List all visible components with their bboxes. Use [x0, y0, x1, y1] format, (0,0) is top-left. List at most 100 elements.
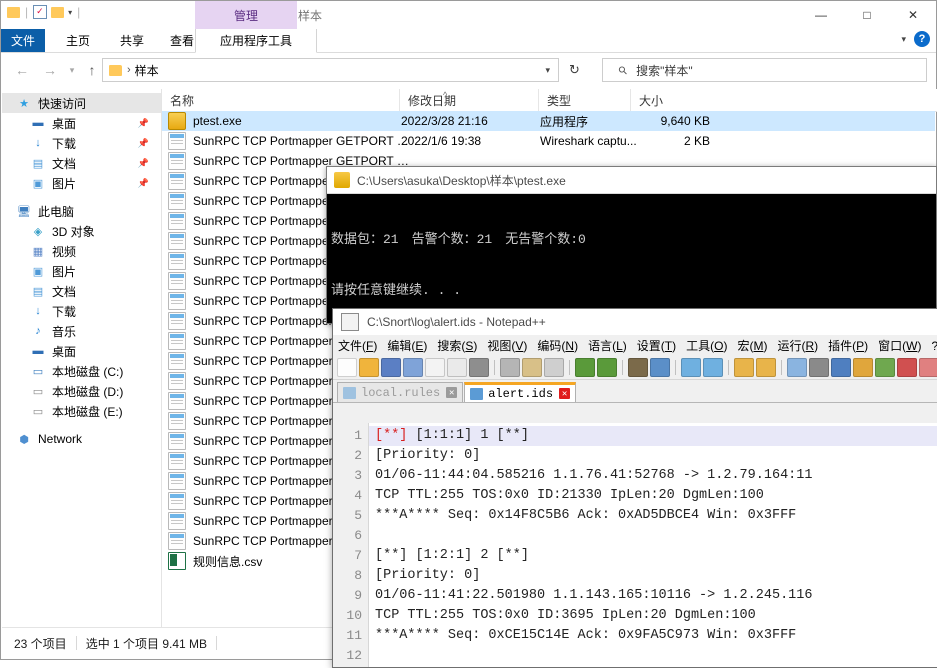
close-icon[interactable]: ✕: [446, 387, 458, 398]
menu-item-f[interactable]: 文件(F): [333, 337, 382, 354]
open-file-icon[interactable]: [359, 358, 379, 377]
undo-icon[interactable]: [575, 358, 595, 377]
word-wrap-icon[interactable]: [787, 358, 807, 377]
help-icon[interactable]: ?: [914, 31, 930, 47]
sidebar-item-3D-对象[interactable]: ◈ 3D 对象: [2, 221, 161, 241]
sidebar-item-本地磁盘-D-[interactable]: ▭ 本地磁盘 (D:): [2, 381, 161, 401]
pin-icon[interactable]: 📌: [138, 178, 149, 189]
menu-item-help[interactable]: ?: [926, 339, 937, 353]
new-file-icon[interactable]: [337, 358, 357, 377]
redo-icon[interactable]: [597, 358, 617, 377]
menu-item-o[interactable]: 工具(O): [681, 337, 732, 354]
menu-item-e[interactable]: 编辑(E): [382, 337, 432, 354]
sidebar-item-快速访问[interactable]: ★ 快速访问: [2, 93, 161, 113]
column-header-name[interactable]: 名称: [162, 89, 399, 111]
ribbon-tab-home[interactable]: 主页: [57, 29, 99, 52]
notepadpp-editor[interactable]: 12345678910111213 [**] [1:1:1] 1 [**][Pr…: [333, 423, 937, 667]
qat-customize-chevron-icon[interactable]: ▾: [68, 8, 72, 17]
sidebar-item-本地磁盘-C-[interactable]: ▭ 本地磁盘 (C:): [2, 361, 161, 381]
sidebar-item-Network[interactable]: ⬢ Network: [2, 429, 161, 449]
back-button[interactable]: ←: [13, 61, 31, 79]
sidebar-item-下载[interactable]: ↓ 下载: [2, 301, 161, 321]
pin-icon[interactable]: 📌: [138, 118, 149, 129]
sidebar-item-图片[interactable]: ▣ 图片: [2, 261, 161, 281]
sync-scroll-h-icon[interactable]: [756, 358, 776, 377]
editor-tab-alert-ids[interactable]: alert.ids ✕: [464, 382, 577, 402]
navigation-pane[interactable]: ★ 快速访问 ▬ 桌面 📌 ↓ 下载 📌 ▤ 文档 📌 ▣ 图片 📌 🖥 此电脑 ◈ 3D 对象 ▦ 视频 ▣ 图片 ▤ 文档…: [2, 89, 162, 628]
sidebar-item-音乐[interactable]: ♪ 音乐: [2, 321, 161, 341]
code-line: [**] [1:2:1] 2 [**]: [375, 548, 529, 563]
indent-guide-icon[interactable]: [831, 358, 851, 377]
replace-icon[interactable]: [650, 358, 670, 377]
new-folder-icon[interactable]: [51, 6, 65, 18]
save-icon[interactable]: [381, 358, 401, 377]
zoom-in-icon[interactable]: [681, 358, 701, 377]
column-header-type[interactable]: 类型: [538, 89, 630, 111]
sidebar-item-图片[interactable]: ▣ 图片 📌: [2, 173, 161, 193]
console-window[interactable]: C:\Users\asuka\Desktop\样本\ptest.exe 数据包：…: [326, 166, 937, 324]
column-header-date[interactable]: 修改日期: [399, 89, 538, 111]
pin-icon[interactable]: 📌: [138, 158, 149, 169]
copy-icon[interactable]: [522, 358, 542, 377]
show-all-chars-icon[interactable]: [809, 358, 829, 377]
minimize-button[interactable]: —: [798, 1, 844, 29]
address-bar[interactable]: › 样本 ▾: [102, 58, 559, 82]
code-line: 01/06-11:41:22.501980 1.1.143.165:10116 …: [375, 588, 813, 603]
column-header-size[interactable]: 大小: [630, 89, 712, 111]
zoom-out-icon[interactable]: [703, 358, 723, 377]
recent-locations-chevron-icon[interactable]: ▾: [63, 61, 81, 79]
sidebar-item-文档[interactable]: ▤ 文档 📌: [2, 153, 161, 173]
sidebar-item-桌面[interactable]: ▬ 桌面: [2, 341, 161, 361]
pcap-icon: [168, 452, 186, 470]
ribbon-collapse-chevron-icon[interactable]: ▾: [901, 34, 906, 45]
folder-icon[interactable]: [7, 6, 20, 18]
sync-scroll-v-icon[interactable]: [734, 358, 754, 377]
close-button[interactable]: ✕: [890, 1, 936, 29]
ribbon-tab-file[interactable]: 文件: [1, 29, 45, 52]
editor-tab-local-rules[interactable]: local.rules ✕: [337, 382, 464, 402]
close-icon[interactable]: ✕: [559, 388, 571, 399]
address-dropdown-chevron-icon[interactable]: ▾: [545, 65, 550, 76]
search-input-placeholder[interactable]: 搜索"样本": [636, 62, 693, 79]
menu-item-p[interactable]: 插件(P): [823, 337, 873, 354]
sidebar-item-下载[interactable]: ↓ 下载 📌: [2, 133, 161, 153]
ribbon-tab-application-tools[interactable]: 应用程序工具: [195, 29, 317, 53]
editor-text-area[interactable]: [**] [1:1:1] 1 [**] [Priority: 0] 01/06-11…: [369, 423, 937, 667]
menu-item-n[interactable]: 编码(N): [532, 337, 583, 354]
breadcrumb-current[interactable]: 样本: [135, 62, 159, 79]
function-list-icon[interactable]: [897, 358, 917, 377]
file-row[interactable]: ptest.exe 2022/3/28 21:16 应用程序 9,640 KB: [162, 111, 935, 131]
print-icon[interactable]: [469, 358, 489, 377]
close-all-icon[interactable]: [447, 358, 467, 377]
udl-dialog-icon[interactable]: [853, 358, 873, 377]
paste-icon[interactable]: [544, 358, 564, 377]
forward-button[interactable]: →: [41, 61, 59, 79]
menu-item-s[interactable]: 搜索(S): [432, 337, 482, 354]
doc-map-icon[interactable]: [875, 358, 895, 377]
menu-item-t[interactable]: 设置(T): [632, 337, 681, 354]
ribbon-tab-share[interactable]: 共享: [111, 29, 153, 52]
menu-item-v[interactable]: 视图(V): [482, 337, 532, 354]
pin-icon[interactable]: 📌: [138, 138, 149, 149]
properties-icon[interactable]: ✓: [33, 5, 48, 19]
cut-icon[interactable]: [500, 358, 520, 377]
sidebar-item-此电脑[interactable]: 🖥 此电脑: [2, 201, 161, 221]
file-row[interactable]: SunRPC TCP Portmapper GETPORT R... 2022/1…: [162, 131, 935, 151]
close-file-icon[interactable]: [425, 358, 445, 377]
find-icon[interactable]: [628, 358, 648, 377]
sidebar-item-文档[interactable]: ▤ 文档: [2, 281, 161, 301]
sidebar-item-本地磁盘-E-[interactable]: ▭ 本地磁盘 (E:): [2, 401, 161, 421]
sidebar-item-桌面[interactable]: ▬ 桌面 📌: [2, 113, 161, 133]
refresh-button[interactable]: ↻: [569, 62, 580, 78]
maximize-button[interactable]: □: [844, 1, 890, 29]
save-all-icon[interactable]: [403, 358, 423, 377]
menu-item-r[interactable]: 运行(R): [772, 337, 823, 354]
folder-as-workspace-icon[interactable]: [919, 358, 937, 377]
notepadpp-window[interactable]: C:\Snort\log\alert.ids - Notepad++ 文件(F)…: [332, 308, 937, 668]
search-box[interactable]: ⚲ 搜索"样本": [602, 58, 927, 82]
sidebar-item-视频[interactable]: ▦ 视频: [2, 241, 161, 261]
up-button[interactable]: ↑: [83, 61, 101, 79]
menu-item-l[interactable]: 语言(L): [583, 337, 632, 354]
menu-item-w[interactable]: 窗口(W): [873, 337, 926, 354]
menu-item-m[interactable]: 宏(M): [732, 337, 772, 354]
